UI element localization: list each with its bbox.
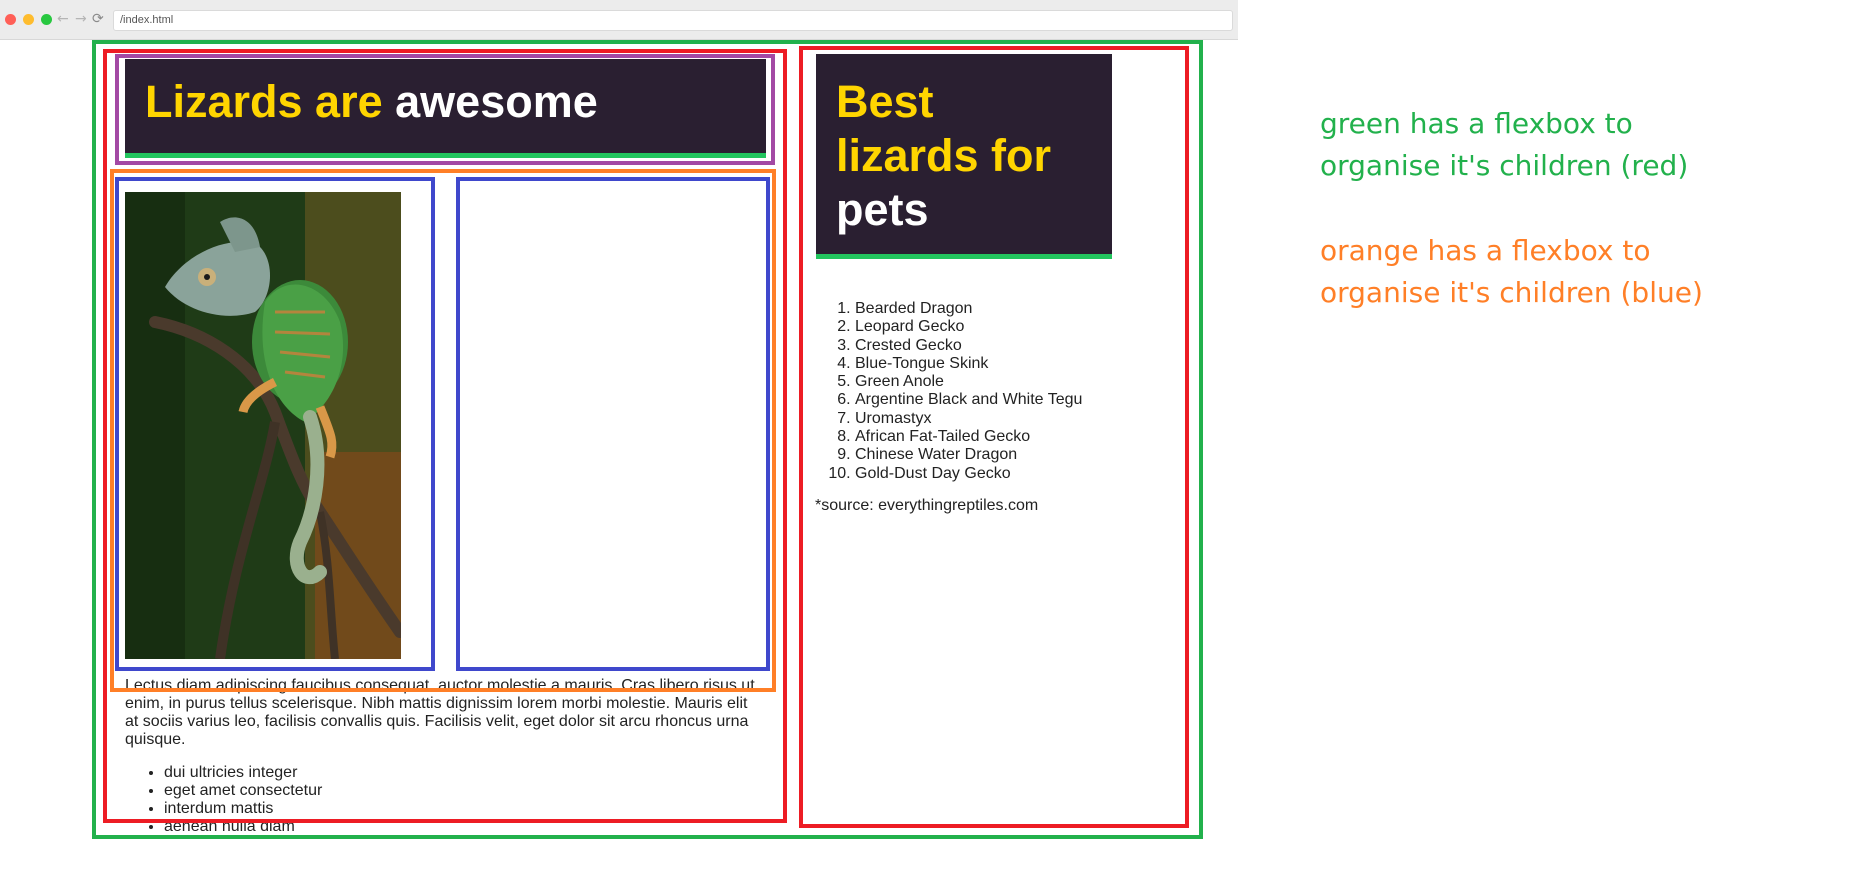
browser-toolbar: ← → ⟳ /index.html: [0, 0, 1238, 40]
forward-arrow-icon[interactable]: →: [75, 11, 87, 27]
maximize-window-icon[interactable]: [41, 14, 52, 25]
orange-annotation-text: orange has a flexbox to organise it's chi…: [1320, 230, 1703, 314]
close-window-icon[interactable]: [5, 14, 16, 25]
orange-annotation-line2: organise it's children (blue): [1320, 276, 1703, 309]
minimize-window-icon[interactable]: [23, 14, 34, 25]
green-annotation-text: green has a flexbox to organise it's chil…: [1320, 103, 1688, 187]
back-arrow-icon[interactable]: ←: [57, 11, 69, 27]
orange-annotation-line1: orange has a flexbox to: [1320, 234, 1651, 267]
red-right-child-outline: [799, 46, 1189, 828]
address-bar[interactable]: /index.html: [113, 10, 1233, 31]
reload-icon[interactable]: ⟳: [92, 11, 104, 27]
purple-header-outline: [115, 54, 775, 165]
blue-left-child-outline: [115, 177, 435, 671]
green-annotation-line2: organise it's children (red): [1320, 149, 1689, 182]
blue-right-child-outline: [456, 177, 770, 671]
green-annotation-line1: green has a flexbox to: [1320, 107, 1633, 140]
